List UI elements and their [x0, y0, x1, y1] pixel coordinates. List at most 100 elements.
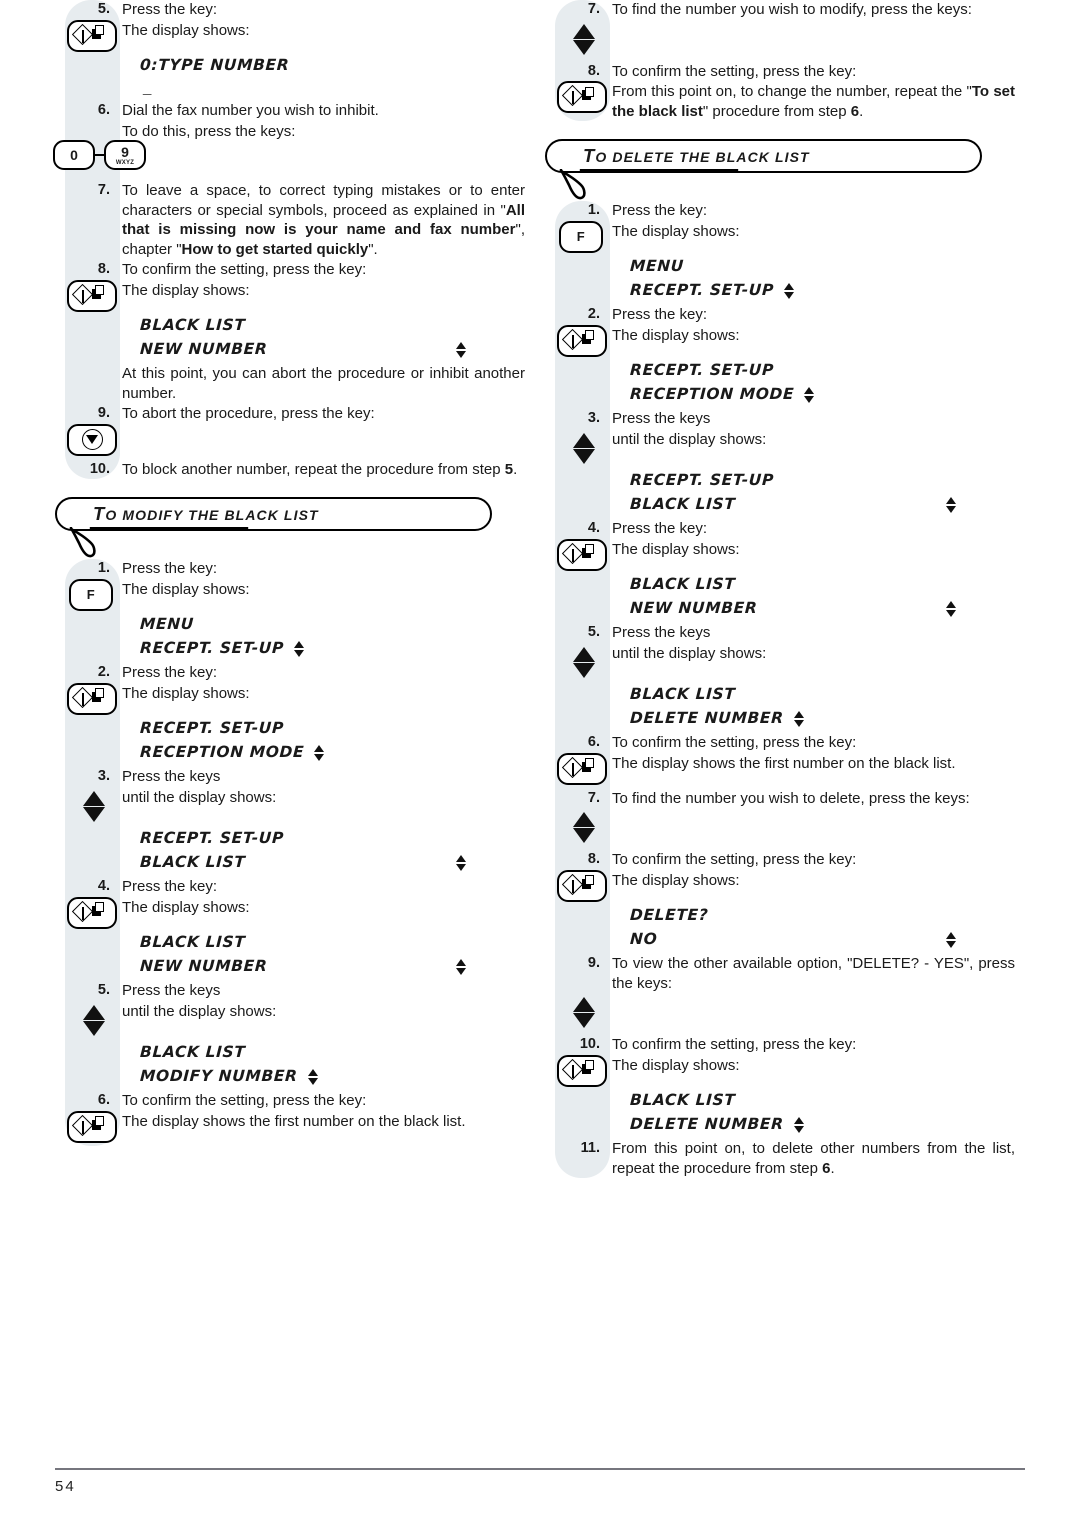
f-key[interactable]: F — [559, 220, 603, 253]
start-copy-key[interactable] — [557, 869, 607, 902]
up-down-keys[interactable] — [545, 644, 607, 684]
f-key-label: F — [576, 229, 586, 244]
instruction-row — [545, 809, 1015, 849]
lcd-scroll-arrows — [946, 490, 1015, 519]
start-copy-key[interactable] — [557, 324, 607, 357]
step-number: 10. — [89, 460, 110, 477]
instruction-text: At this point, you can abort the procedu… — [122, 365, 525, 402]
procedure-delete-black-list: 1. Press the key: F The display shows: MENU R… — [545, 201, 1015, 1178]
start-copy-key[interactable] — [67, 682, 117, 715]
up-down-keys[interactable] — [55, 788, 117, 828]
lcd-display-line: RECEPT. SET-UP — [545, 276, 1015, 305]
start-copy-key[interactable] — [557, 538, 607, 571]
lcd-text: RECEPTION MODE — [629, 385, 795, 403]
left-column: 5. Press the key: The display shows: 0:TYPE… — [53, 0, 525, 1147]
up-down-keys[interactable] — [545, 21, 607, 61]
up-down-keys[interactable] — [545, 809, 607, 849]
step-number: 5. — [97, 1, 110, 17]
lcd-display-line: BLACK LIST — [545, 575, 1015, 595]
step-number: 8. — [587, 62, 600, 79]
lcd-text: BLACK LIST — [139, 1042, 246, 1061]
instruction-row: To do this, press the keys: — [55, 122, 525, 142]
lcd-display-line: RECEPT. SET-UP — [545, 471, 1015, 491]
arrow-up-icon — [573, 997, 595, 1012]
instruction-text: The display shows: — [612, 540, 740, 558]
instruction-text: Press the key: — [612, 202, 708, 219]
stop-icon — [81, 429, 103, 450]
instruction-text: To find the number you wish to delete, p… — [612, 789, 970, 807]
stop-key[interactable] — [67, 423, 117, 456]
instruction-text: To abort the procedure, press the key: — [122, 405, 375, 422]
scroll-arrows-icon — [314, 744, 325, 762]
procedure-set-black-list: 5. Press the key: The display shows: 0:TYPE… — [53, 0, 525, 479]
up-down-keys[interactable] — [55, 1002, 117, 1042]
key-slot — [55, 682, 117, 718]
instruction-row: 11. From this point on, to delete other n… — [545, 1139, 1015, 1178]
numeric-key-0[interactable]: 0 — [53, 140, 95, 170]
step-number: 10. — [579, 1036, 600, 1052]
start-copy-key[interactable] — [67, 279, 117, 312]
scroll-arrows-icon — [307, 1068, 319, 1086]
scroll-arrows-icon — [456, 854, 467, 872]
up-down-keys[interactable] — [545, 994, 607, 1034]
lcd-scroll-arrows — [456, 952, 525, 981]
step-number: 4. — [587, 520, 600, 536]
step-number: 2. — [97, 664, 110, 680]
footer-rule — [55, 1468, 1025, 1470]
arrow-down-icon — [573, 662, 595, 678]
up-down-keys[interactable] — [545, 430, 607, 470]
scroll-arrows-icon — [293, 640, 305, 658]
start-copy-key[interactable] — [67, 1110, 117, 1143]
lcd-text: DELETE NUMBER — [629, 709, 785, 727]
key-slot: F — [55, 578, 117, 614]
instruction-text: until the display shows: — [612, 644, 767, 662]
lcd-text: BLACK LIST — [629, 684, 736, 703]
instruction-text: Press the keys — [122, 982, 221, 999]
key-slot — [545, 644, 607, 684]
instruction-text: To confirm the setting, press the key: — [612, 734, 857, 751]
start-copy-key[interactable] — [557, 752, 607, 785]
lcd-display-line: NEW NUMBER — [55, 952, 525, 981]
f-key-label: F — [86, 587, 96, 602]
lcd-text: RECEPT. SET-UP — [139, 639, 285, 657]
lcd-display-line: RECEPT. SET-UP — [545, 361, 1015, 381]
lcd-display-line: MODIFY NUMBER — [55, 1062, 525, 1091]
start-copy-key[interactable] — [67, 19, 117, 52]
arrow-up-icon — [573, 432, 595, 448]
range-dash-icon — [95, 153, 104, 157]
arrow-up-icon — [573, 646, 595, 662]
lcd-text: MODIFY NUMBER — [139, 1067, 299, 1085]
lcd-display-line: MENU — [545, 257, 1015, 277]
start-copy-key[interactable] — [557, 1054, 607, 1087]
numeric-key-0-label: 0 — [70, 147, 78, 163]
start-copy-icon — [71, 1114, 112, 1138]
instruction-row: 7. To leave a space, to correct typing mi… — [55, 181, 525, 259]
arrow-down-icon — [573, 1013, 595, 1028]
instruction-row: until the display shows: — [545, 644, 1015, 684]
banner-tail-icon — [559, 169, 739, 200]
lcd-scroll-arrows — [456, 335, 525, 364]
instruction-text: To do this, press the keys: — [122, 122, 296, 140]
procedure-modify-black-list-rows: 1. Press the key: F The display shows: MENU R… — [55, 559, 525, 1146]
lcd-text: NEW NUMBER — [139, 340, 268, 358]
start-copy-icon — [71, 23, 112, 47]
instruction-row: 1. Press the key: — [545, 201, 1015, 221]
instruction-text: To confirm the setting, press the key: — [612, 1036, 857, 1053]
instruction-text: The display shows: — [122, 898, 250, 916]
scroll-arrows-icon — [804, 386, 815, 404]
instruction-row — [545, 994, 1015, 1034]
lcd-display-line: BLACK LIST — [545, 490, 1015, 519]
start-copy-key[interactable] — [557, 81, 607, 113]
key-slot — [545, 81, 607, 116]
instruction-row: The display shows the first number on th… — [545, 752, 1015, 788]
numeric-key-9[interactable]: 9 WXYZ — [104, 140, 146, 170]
f-key[interactable]: F — [69, 578, 113, 611]
lcd-scroll-arrows — [307, 1062, 319, 1091]
instruction-text: The display shows: — [122, 21, 250, 39]
instruction-row: 5. Press the key: — [55, 0, 525, 20]
start-copy-key[interactable] — [67, 896, 117, 929]
scroll-arrows-icon — [783, 282, 795, 300]
instruction-text: To block another number, repeat the proc… — [122, 460, 518, 478]
key-slot — [545, 809, 607, 849]
scroll-arrows-icon — [456, 958, 467, 976]
